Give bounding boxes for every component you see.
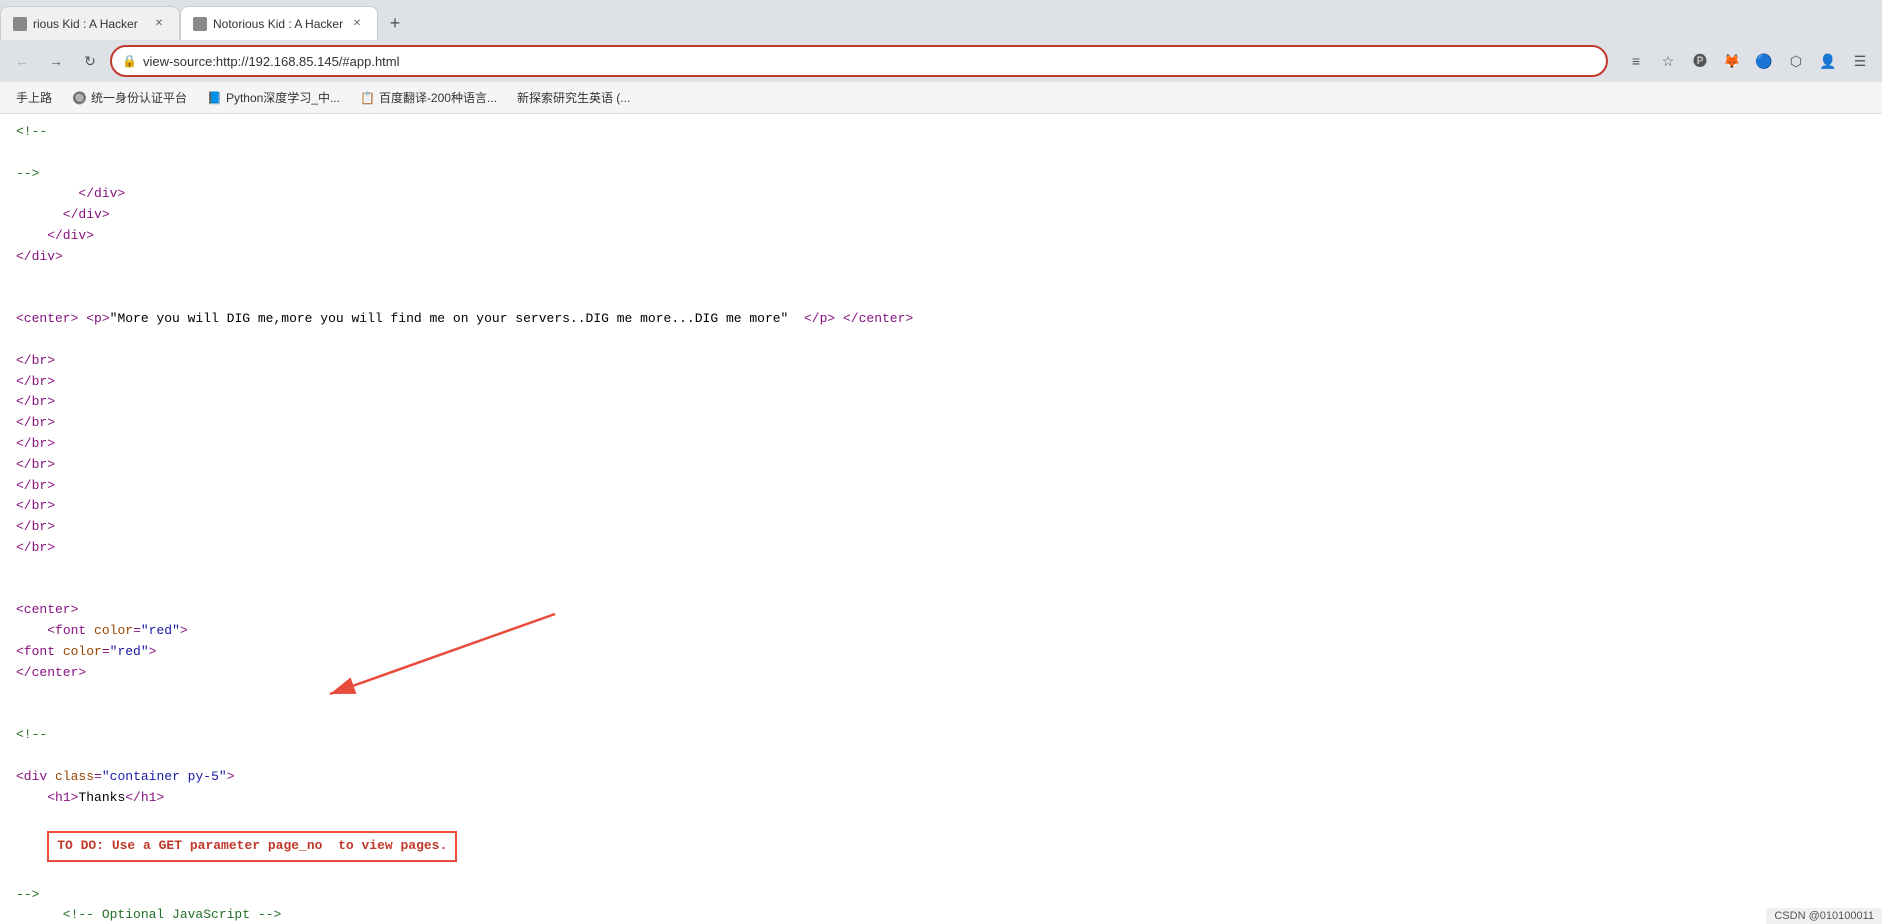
tab-2[interactable]: Notorious Kid : A Hacker ✕ (180, 6, 378, 40)
tab-2-label: Notorious Kid : A Hacker (213, 17, 343, 31)
line-center-close: </center> (16, 663, 1866, 684)
line-h1-thanks: <h1>Thanks</h1> (16, 788, 1866, 809)
bookmark-identity-icon: 🔘 (72, 91, 87, 105)
new-tab-button[interactable]: + (378, 6, 412, 40)
source-view: <!-- --> </div> </div> </div> </div> <ce… (0, 114, 1882, 924)
line-font-red-2: <font color="red"> (16, 642, 1866, 663)
line-comment-close-2: --> (16, 885, 1866, 906)
bookmark-shouluapp-label: 手上路 (16, 89, 52, 106)
line-blank-8 (16, 704, 1866, 725)
tab-2-close[interactable]: ✕ (349, 16, 365, 32)
line-br-10: </br> (16, 538, 1866, 559)
line-br-1: </br> (16, 351, 1866, 372)
line-br-3: </br> (16, 392, 1866, 413)
bookmark-python-icon: 📘 (207, 91, 222, 105)
bookmark-python-label: Python深度学习_中... (226, 89, 340, 106)
todo-box: TO DO: Use a GET parameter page_no to vi… (47, 831, 457, 862)
browser-chrome: rious Kid : A Hacker ✕ Notorious Kid : A… (0, 0, 1882, 114)
pocket-button[interactable]: 🅟 (1686, 47, 1714, 75)
line-br-4: </br> (16, 413, 1866, 434)
line-font-red-1: <font color="red"> (16, 621, 1866, 642)
bookmark-xintan-label: 新探索研究生英语 (... (517, 89, 630, 106)
tab-1-favicon (13, 17, 27, 31)
line-blank-9 (16, 746, 1866, 767)
bookmark-identity-label: 统一身份认证平台 (91, 89, 187, 106)
bookmark-baidu-translate-icon: 📋 (360, 91, 375, 105)
reload-button[interactable]: ↻ (76, 47, 104, 75)
tab-bar: rious Kid : A Hacker ✕ Notorious Kid : A… (0, 0, 1882, 40)
line-br-5: </br> (16, 434, 1866, 455)
line-blank-6 (16, 580, 1866, 601)
back-button[interactable]: ← (8, 47, 36, 75)
extension-1-button[interactable]: 🦊 (1718, 47, 1746, 75)
line-blank-7 (16, 684, 1866, 705)
bookmark-baidu-translate[interactable]: 📋 百度翻译-200种语言... (352, 87, 505, 108)
address-bar[interactable]: 🔒 (110, 45, 1608, 77)
line-div-close-1: </div> (16, 184, 1866, 205)
lock-icon: 🔒 (122, 54, 137, 68)
bookmark-xintan[interactable]: 新探索研究生英语 (... (509, 87, 638, 108)
line-br-2: </br> (16, 372, 1866, 393)
tab-2-favicon (193, 17, 207, 31)
line-br-7: </br> (16, 476, 1866, 497)
status-bar: CSDN @010100011 (1766, 908, 1882, 924)
bookmark-identity[interactable]: 🔘 统一身份认证平台 (64, 87, 195, 108)
line-blank-1 (16, 143, 1866, 164)
bookmark-python[interactable]: 📘 Python深度学习_中... (199, 87, 348, 108)
line-comment-open: <!-- (16, 122, 1866, 143)
line-br-9: </br> (16, 517, 1866, 538)
menu-button[interactable]: ☰ (1846, 47, 1874, 75)
line-div-close-3: </div> (16, 226, 1866, 247)
line-blank-5 (16, 559, 1866, 580)
reader-mode-button[interactable]: ≡ (1622, 47, 1650, 75)
status-bar-label: CSDN @010100011 (1774, 910, 1874, 922)
address-bar-row: ← → ↻ 🔒 ≡ ☆ 🅟 🦊 🔵 ⬡ 👤 ☰ (0, 40, 1882, 82)
tab-1-close[interactable]: ✕ (151, 16, 167, 32)
bookmark-star-button[interactable]: ☆ (1654, 47, 1682, 75)
line-optional-js: <!-- Optional JavaScript --> (16, 905, 1866, 924)
line-blank-2 (16, 268, 1866, 289)
address-input[interactable] (143, 54, 1596, 69)
line-div-container: <div class="container py-5"> (16, 767, 1866, 788)
tab-1-label: rious Kid : A Hacker (33, 17, 145, 31)
sync-button[interactable]: 👤 (1814, 47, 1842, 75)
forward-button[interactable]: → (42, 47, 70, 75)
line-blank-3 (16, 288, 1866, 309)
toolbar-icons: ≡ ☆ 🅟 🦊 🔵 ⬡ 👤 ☰ (1622, 47, 1874, 75)
line-center-p: <center> <p>"More you will DIG me,more y… (16, 309, 1866, 330)
extension-2-button[interactable]: 🔵 (1750, 47, 1778, 75)
bookmark-shouluapp[interactable]: 手上路 (8, 87, 60, 108)
line-blank-4 (16, 330, 1866, 351)
tab-1[interactable]: rious Kid : A Hacker ✕ (0, 6, 180, 40)
line-div-close-2: </div> (16, 205, 1866, 226)
line-comment-open-2: <!-- (16, 725, 1866, 746)
line-br-8: </br> (16, 496, 1866, 517)
bookmark-baidu-translate-label: 百度翻译-200种语言... (379, 89, 497, 106)
line-div-close-4: </div> (16, 247, 1866, 268)
line-center-open: <center> (16, 600, 1866, 621)
line-br-6: </br> (16, 455, 1866, 476)
extension-3-button[interactable]: ⬡ (1782, 47, 1810, 75)
line-todo: TO DO: Use a GET parameter page_no to vi… (16, 810, 1866, 882)
bookmarks-bar: 手上路 🔘 统一身份认证平台 📘 Python深度学习_中... 📋 百度翻译-… (0, 82, 1882, 114)
line-comment-close-1: --> (16, 164, 1866, 185)
